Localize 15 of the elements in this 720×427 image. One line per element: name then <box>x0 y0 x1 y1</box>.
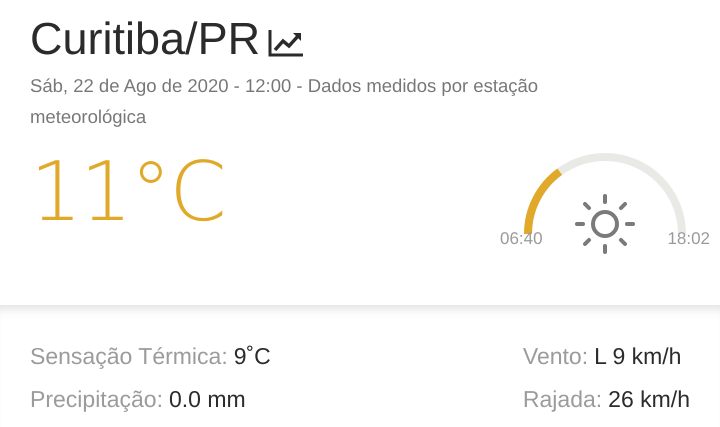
detail-value: 9˚C <box>234 342 271 372</box>
detail-label: Rajada: <box>522 385 602 414</box>
sunset-time: 18:02 <box>667 228 710 250</box>
city-title: Curitiba/PR <box>30 14 260 64</box>
detail-label: Sensação Térmica: <box>30 342 228 372</box>
detail-label: Vento: <box>522 342 588 372</box>
chart-icon[interactable] <box>268 28 304 58</box>
detail-value: 0.0 mm <box>168 385 246 414</box>
sunrise-time: 06:40 <box>500 228 543 250</box>
sun-icon <box>573 192 637 256</box>
subtitle: Sáb, 22 de Ago de 2020 - 12:00 - Dados medidos por estação meteorológica <box>30 74 540 129</box>
detail-label: Precipitação: <box>30 385 163 414</box>
temperature: 11°C <box>30 152 225 234</box>
detail-value: L 9 km/h <box>594 342 682 372</box>
detail-value: 26 km/h <box>608 385 690 414</box>
